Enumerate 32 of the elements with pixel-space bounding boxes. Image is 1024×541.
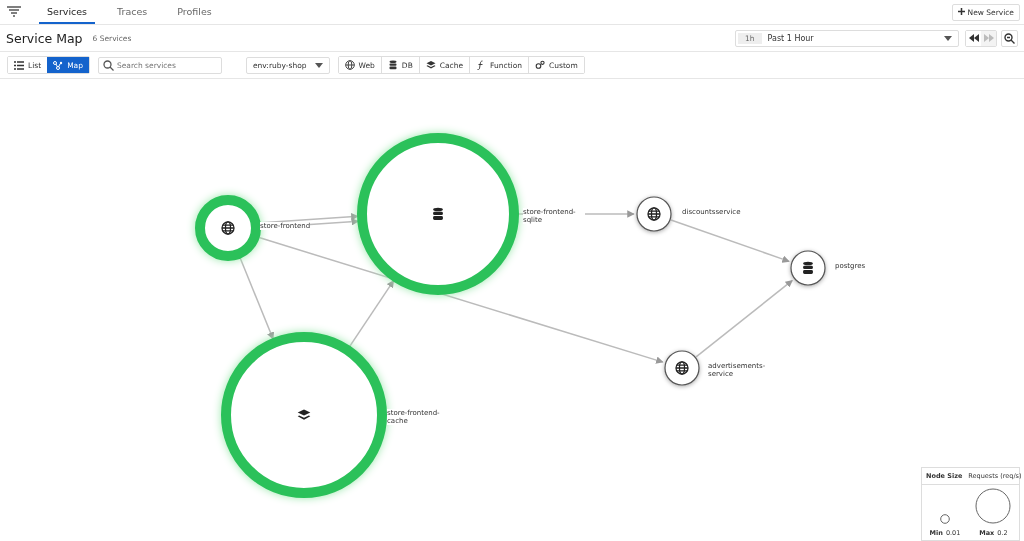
time-range-label: Past 1 Hour [767, 33, 815, 43]
database-icon [803, 261, 813, 274]
layers-icon [297, 409, 311, 420]
filter-icon[interactable] [7, 6, 21, 18]
service-node[interactable] [357, 133, 519, 295]
list-icon [14, 60, 24, 70]
service-node[interactable] [195, 195, 261, 261]
globe-icon [221, 221, 235, 235]
large-circle-icon [975, 488, 1012, 524]
database-icon [433, 207, 443, 220]
tab[interactable]: Profiles [169, 0, 220, 24]
caret-icon [944, 35, 952, 41]
service-node[interactable] [221, 332, 387, 498]
rewind-button[interactable] [966, 30, 981, 46]
service-node[interactable] [636, 196, 672, 232]
plus-icon [958, 7, 966, 15]
page-title: Service Map [6, 30, 83, 46]
globe-icon [647, 207, 661, 221]
caret-icon [314, 62, 323, 68]
tab[interactable]: Services [39, 0, 96, 24]
layers-icon [425, 60, 436, 70]
service-node[interactable] [664, 350, 700, 386]
zoom-out-button[interactable] [1001, 29, 1018, 47]
circles-icon [535, 60, 545, 70]
globe-icon [675, 361, 689, 375]
globe-icon [344, 60, 355, 70]
small-circle-icon [939, 514, 950, 524]
database-icon [387, 60, 398, 70]
service-node[interactable] [790, 250, 826, 286]
tab[interactable]: Traces [109, 0, 156, 24]
graph-icon [53, 60, 64, 70]
search-icon [102, 59, 114, 71]
